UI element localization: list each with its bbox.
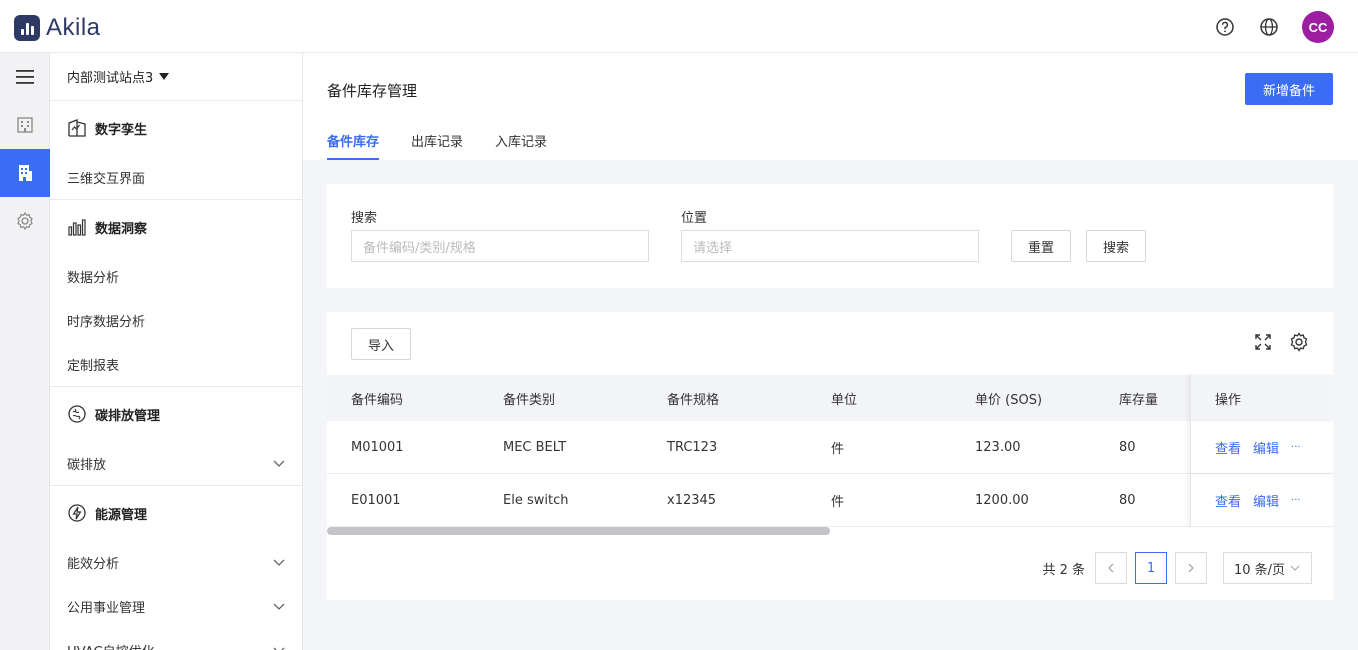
cell-stock: 80 [1119,439,1136,455]
more-actions-icon[interactable]: ··· [1291,495,1301,506]
col-stock: 库存量 [1119,392,1159,408]
site-selector[interactable]: 内部测试站点3 [50,53,302,101]
table-header: 备件编码 备件类别 备件规格 单位 单价 (SOS) 库存量 操作 [327,375,1333,421]
table-row: E01001 Ele switch x12345 件 1200.00 80 查看… [327,474,1333,527]
chevron-down-icon [273,460,285,467]
group-title-digital-twin[interactable]: 数字孪生 [50,101,302,155]
page-size-select[interactable]: 10 条/页 [1223,552,1312,584]
bar-chart-icon [67,217,87,237]
menu-item-utility[interactable]: 公用事业管理 [50,584,302,628]
cell-unit: 件 [831,441,845,457]
cell-code: E01001 [351,492,401,508]
col-category: 备件类别 [503,392,556,408]
cell-spec: x12345 [667,492,717,508]
group-title-carbon[interactable]: 碳排放管理 [50,387,302,441]
filter-panel: 搜索 备件编码/类别/规格 位置 请选择 重置 搜索 [327,184,1333,288]
location-label: 位置 [681,211,708,226]
icon-rail [0,53,50,650]
col-unit: 单位 [831,392,858,408]
globe-icon[interactable] [1258,16,1280,38]
fullscreen-icon[interactable] [1253,332,1273,356]
site-name: 内部测试站点3 [67,71,154,86]
cell-price: 123.00 [975,439,1021,455]
tab-bar: 备件库存 出库记录 入库记录 [327,131,547,160]
akila-logo-icon [14,15,40,41]
building-icon[interactable] [0,101,50,149]
menu-toggle-icon[interactable] [0,53,50,101]
cell-category: Ele switch [503,492,569,508]
cell-code: M01001 [351,439,404,455]
search-input[interactable]: 备件编码/类别/规格 [351,230,649,262]
menu-group-carbon: 碳排放管理 碳排放 [50,387,302,486]
edit-link[interactable]: 编辑 [1253,438,1279,457]
cell-price: 1200.00 [975,492,1029,508]
app-logo[interactable]: Akila [14,14,101,42]
inventory-table-panel: 导入 备件编码 备件类别 备件规格 单位 单价 (SOS) 库存量 操作 M01… [327,312,1333,600]
page-header: 备件库存管理 新增备件 备件库存 出库记录 入库记录 [303,53,1358,160]
next-page-button[interactable] [1175,552,1207,584]
lightning-icon [67,503,87,523]
asset-icon[interactable] [0,149,50,197]
gear-icon[interactable] [1289,332,1309,356]
menu-group-digital-twin: 数字孪生 三维交互界面 [50,101,302,200]
group-title-energy[interactable]: 能源管理 [50,486,302,540]
location-select[interactable]: 请选择 [681,230,979,262]
chevron-right-icon [1188,563,1194,573]
menu-group-data-insight: 数据洞察 数据分析 时序数据分析 定制报表 [50,200,302,387]
caret-down-icon [159,73,170,80]
col-actions: 操作 [1215,392,1242,408]
main-content: 备件库存管理 新增备件 备件库存 出库记录 入库记录 搜索 备件编码/类别/规格… [303,53,1358,650]
view-link[interactable]: 查看 [1215,491,1241,510]
logo-text: Akila [46,14,101,41]
chevron-down-icon [273,647,285,650]
tab-outbound[interactable]: 出库记录 [411,131,463,160]
chevron-left-icon [1108,563,1114,573]
menu-item-efficiency[interactable]: 能效分析 [50,540,302,584]
total-count: 共 2 条 [1042,562,1085,578]
page-title: 备件库存管理 [327,82,418,100]
pagination: 共 2 条 1 10 条/页 [1042,552,1312,584]
prev-page-button[interactable] [1095,552,1127,584]
group-title-data-insight[interactable]: 数据洞察 [50,200,302,254]
reset-button[interactable]: 重置 [1011,230,1071,262]
menu-group-energy: 能源管理 能效分析 公用事业管理 HVAC自控优化 [50,486,302,650]
col-spec: 备件规格 [667,392,720,408]
menu-item-hvac[interactable]: HVAC自控优化 [50,628,302,650]
settings-icon[interactable] [0,197,50,245]
view-link[interactable]: 查看 [1215,438,1241,457]
menu-item-data-analysis[interactable]: 数据分析 [50,254,302,298]
menu-item-3d-ui[interactable]: 三维交互界面 [50,155,302,199]
menu-item-custom-report[interactable]: 定制报表 [50,342,302,386]
cell-stock: 80 [1119,492,1136,508]
edit-link[interactable]: 编辑 [1253,491,1279,510]
menu-item-timeseries[interactable]: 时序数据分析 [50,298,302,342]
cell-spec: TRC123 [667,439,718,455]
digital-twin-icon [67,118,87,138]
help-icon[interactable] [1214,16,1236,38]
page-number-button[interactable]: 1 [1135,552,1167,584]
tab-inventory[interactable]: 备件库存 [327,131,380,160]
carbon-icon [67,404,87,424]
table-row: M01001 MEC BELT TRC123 件 123.00 80 查看 编辑… [327,421,1333,474]
side-menu: 内部测试站点3 数字孪生 三维交互界面 数据洞察 数据分析 时序数据分析 定制报… [50,53,303,650]
add-spare-part-button[interactable]: 新增备件 [1245,73,1333,105]
menu-item-carbon[interactable]: 碳排放 [50,441,302,485]
top-bar: Akila CC [0,0,1358,53]
chevron-down-icon [1290,565,1300,571]
cell-unit: 件 [831,494,845,510]
tab-inbound[interactable]: 入库记录 [495,131,547,160]
search-label: 搜索 [351,211,378,226]
chevron-down-icon [273,603,285,610]
import-button[interactable]: 导入 [351,328,411,360]
search-button[interactable]: 搜索 [1086,230,1146,262]
cell-category: MEC BELT [503,439,567,455]
col-price: 单价 (SOS) [975,392,1043,408]
horizontal-scrollbar[interactable] [327,527,830,535]
col-code: 备件编码 [351,392,404,408]
avatar[interactable]: CC [1302,11,1334,43]
chevron-down-icon [273,559,285,566]
more-actions-icon[interactable]: ··· [1291,442,1301,453]
